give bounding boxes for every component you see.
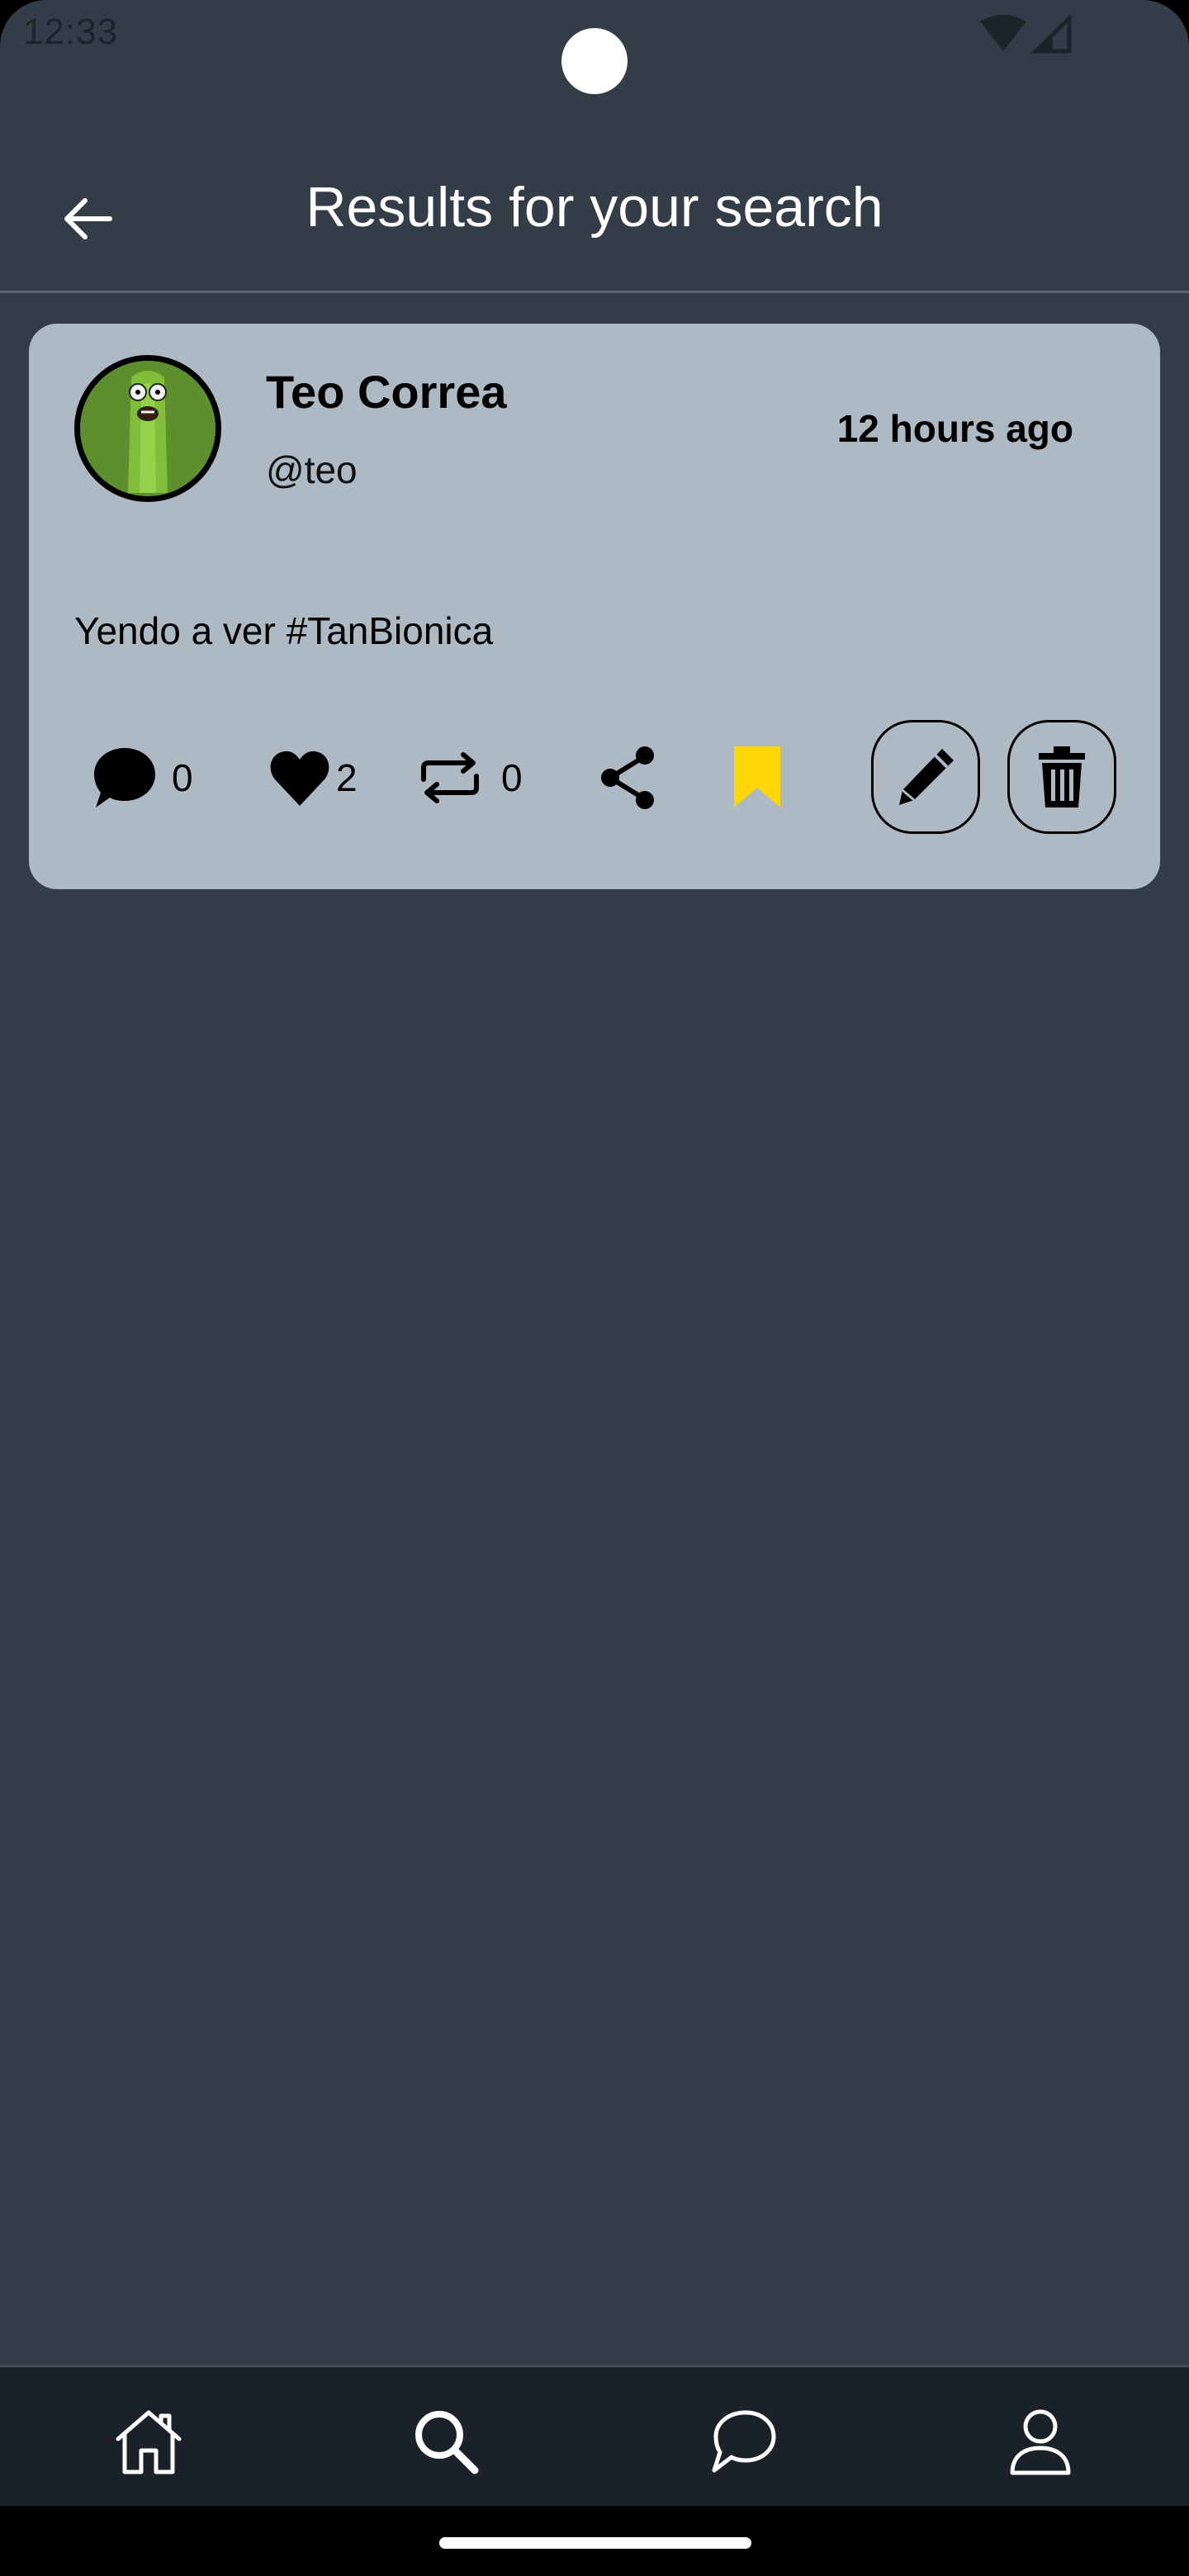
page-title: Results for your search [306,176,883,239]
bottom-nav [0,2365,1189,2506]
header: Results for your search [0,124,1189,293]
repost-button[interactable]: 0 [417,741,523,815]
screen: 12:33 Results for your search Teo Correa… [0,0,1189,2576]
post-timestamp: 12 hours ago [836,407,1073,450]
like-count: 2 [336,756,358,799]
profile-icon [1010,2409,1071,2475]
comment-icon [94,748,155,807]
comment-button[interactable]: 0 [91,741,193,815]
post-text: Yendo a ver #TanBionica [74,609,494,652]
pencil-icon [899,749,954,805]
wifi-icon [980,15,1026,51]
cell-signal-icon [1031,15,1072,54]
trash-icon [1039,746,1085,807]
gesture-bar [0,2506,1189,2576]
author-handle[interactable]: @teo [266,447,358,492]
home-icon [116,2410,182,2474]
search-icon [415,2411,479,2474]
camera-cutout [561,28,628,94]
post-card[interactable]: Teo Correa @teo 12 hours ago Yendo a ver… [29,324,1160,889]
post-actions: 0 2 0 [29,720,1160,844]
like-button[interactable]: 2 [268,741,358,815]
repost-count: 0 [501,756,523,799]
delete-button[interactable] [1007,720,1116,834]
chat-icon [712,2410,776,2473]
bookmark-button[interactable] [731,741,784,815]
avatar[interactable] [74,355,221,502]
home-indicator[interactable] [439,2537,751,2549]
share-icon [601,746,654,809]
status-icons [978,15,1073,54]
avatar-image [80,361,216,496]
share-button[interactable] [597,741,660,815]
author-name[interactable]: Teo Correa [266,365,506,419]
status-bar: 12:33 [0,0,1189,94]
bookmark-icon [734,746,780,807]
nav-messages[interactable] [702,2400,784,2483]
nav-profile[interactable] [999,2400,1082,2483]
edit-button[interactable] [871,720,980,834]
nav-search[interactable] [405,2400,487,2483]
repost-icon [421,752,479,803]
heart-icon [270,751,329,806]
nav-home[interactable] [107,2400,190,2483]
status-time: 12:33 [23,12,119,52]
comment-count: 0 [172,756,193,799]
